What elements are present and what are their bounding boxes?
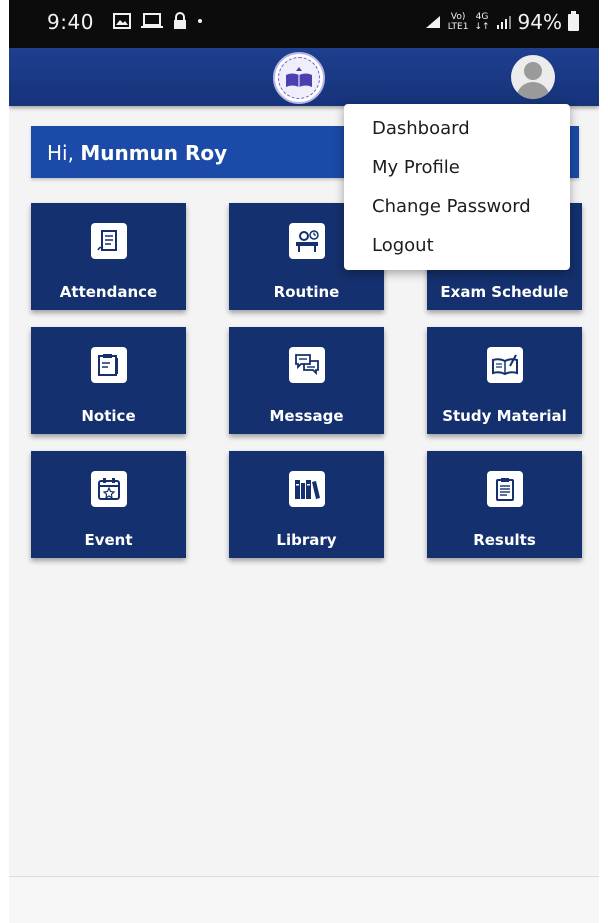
network-type-indicator: 4G ↓↑ (474, 12, 489, 32)
routine-icon (288, 223, 325, 259)
tile-label: Notice (81, 407, 136, 425)
event-icon (90, 471, 127, 507)
greeting-prefix: Hi, (47, 141, 74, 165)
tile-results[interactable]: Results (427, 451, 582, 558)
menu-item-dashboard[interactable]: Dashboard (344, 116, 570, 155)
notice-icon (90, 347, 127, 383)
tile-attendance[interactable]: Attendance (31, 203, 186, 310)
tile-label: Routine (273, 283, 340, 301)
laptop-icon (141, 13, 163, 28)
message-icon (288, 347, 325, 383)
tile-study-material[interactable]: Study Material (427, 327, 582, 434)
tile-event[interactable]: Event (31, 451, 186, 558)
status-system-icons: Vo) LTE1 4G ↓↑ 94% (424, 10, 579, 34)
lock-icon (174, 12, 186, 29)
wifi-calling-icon (425, 16, 440, 28)
bottom-navigation-bar (9, 876, 599, 923)
app-bar (9, 48, 599, 106)
signal-icon (496, 16, 511, 29)
phone-screen: 9:40 Vo) LTE1 4G ↓↑ 94% Hi, Munmun Roy A… (9, 0, 599, 923)
menu-item-my-profile[interactable]: My Profile (344, 155, 570, 194)
results-icon (486, 471, 523, 507)
tile-message[interactable]: Message (229, 327, 384, 434)
lte-label: LTE1 (447, 22, 469, 32)
tile-label: Results (473, 531, 536, 549)
network-type-label: 4G (475, 12, 489, 22)
status-time: 9:40 (47, 10, 94, 34)
tile-label: Attendance (59, 283, 158, 301)
library-icon (288, 471, 325, 507)
battery-percent: 94% (517, 10, 562, 34)
tile-label: Message (269, 407, 344, 425)
tile-label: Event (84, 531, 133, 549)
battery-icon (568, 10, 579, 31)
status-notification-icons (113, 12, 203, 30)
menu-item-logout[interactable]: Logout (344, 233, 570, 272)
status-bar: 9:40 Vo) LTE1 4G ↓↑ 94% (9, 0, 599, 48)
user-avatar-icon[interactable] (511, 55, 555, 99)
tile-library[interactable]: Library (229, 451, 384, 558)
tile-label: Library (276, 531, 337, 549)
user-name: Munmun Roy (80, 141, 228, 165)
dot-icon (198, 19, 202, 23)
institution-seal-icon (273, 52, 325, 104)
tile-label: Study Material (442, 407, 567, 425)
attendance-icon (90, 223, 127, 259)
network-arrows: ↓↑ (474, 22, 490, 32)
study-material-icon (486, 347, 523, 383)
menu-item-change-password[interactable]: Change Password (344, 194, 570, 233)
image-icon (113, 13, 131, 29)
profile-dropdown-menu: Dashboard My Profile Change Password Log… (344, 104, 570, 270)
volte-indicator: Vo) LTE1 (448, 12, 469, 32)
tile-notice[interactable]: Notice (31, 327, 186, 434)
tile-label: Exam Schedule (440, 283, 569, 301)
volte-label: Vo) (450, 12, 466, 22)
